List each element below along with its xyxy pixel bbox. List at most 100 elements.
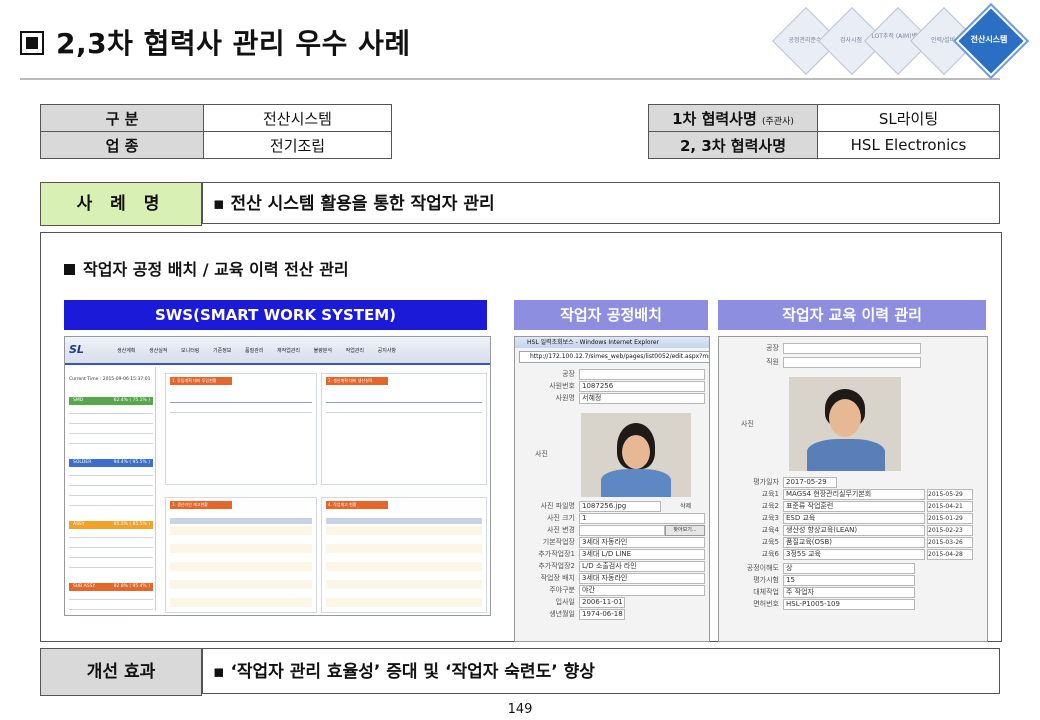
photo-size-field[interactable]: 1: [579, 513, 705, 524]
tier1-label: 1차 협력사명: [672, 109, 757, 128]
eval-score-field[interactable]: 15: [783, 575, 915, 586]
section-subtitle: 작업자 공정 배치 / 교육 이력 전산 관리: [64, 256, 349, 280]
field-label: 교육4: [761, 526, 779, 534]
sws-table-header: [170, 518, 312, 524]
category-value: 전산시스템: [203, 104, 392, 132]
photo-row-label: 사진: [535, 450, 548, 458]
course-select[interactable]: 품질교육(OSB): [783, 537, 925, 548]
birth-date-field[interactable]: 1974-06-18: [579, 609, 625, 620]
workplace-assign-select[interactable]: 3세대 자동라인: [579, 573, 705, 584]
base-workplace-select[interactable]: 3세대 자동라인: [579, 537, 705, 548]
process-steps: 공정관리준수 검사시점 LOT추적 (AIM)변경 인력/설비 전산시스템: [770, 0, 1040, 80]
course-select[interactable]: 생산성 향상교육(LEAN): [783, 525, 925, 536]
sws-menu-item[interactable]: 불량분석: [314, 348, 332, 354]
step-label-5: 전산시스템: [970, 35, 1008, 44]
training-form-top: 공장 직원: [719, 343, 987, 373]
sws-panel-title: 3. 생산라인 재고현황: [170, 501, 232, 509]
sws-menu-item[interactable]: 재작업관리: [277, 348, 300, 354]
course-date[interactable]: 2015-04-21: [927, 501, 973, 512]
worker-photo: [581, 413, 691, 497]
sws-line-name: SUB ASSY: [73, 584, 96, 589]
course-select[interactable]: ESD 교육: [783, 513, 925, 524]
placement-header: 작업자 공정배치: [514, 300, 708, 330]
substitute-field[interactable]: 주 작업자: [783, 587, 915, 598]
field-label: 주야구분: [549, 586, 575, 594]
sws-table-body: [170, 526, 312, 610]
sws-line-rate: 85.5% ( 85.5% ): [113, 522, 150, 527]
field-label: 추가작업장2: [538, 562, 575, 570]
course-date[interactable]: 2015-05-29: [927, 489, 973, 500]
industry-label: 업 종: [40, 131, 204, 159]
sws-menu-item[interactable]: 모니터링: [181, 348, 199, 354]
extra-workplace2-select[interactable]: L/D 소출검사 라인: [579, 561, 705, 572]
case-label: 사 례 명: [40, 182, 202, 226]
ie-titlebar: HSL 일력조회보스 - Windows Internet Explorer: [515, 337, 709, 348]
sws-current-time: Current Time : 2015-09-06 15:37:01: [69, 377, 151, 382]
field-label: 사진 변경: [547, 526, 575, 534]
field-label: 기본작업장: [542, 538, 575, 546]
field-label: 교육2: [761, 502, 779, 510]
sws-menu-item[interactable]: 생산계획: [117, 348, 135, 354]
factory-select[interactable]: [783, 343, 921, 354]
face: [829, 399, 861, 437]
sws-menu-item[interactable]: 공지사항: [378, 348, 396, 354]
sws-panel-title: 4. 작업재고 현황: [326, 501, 388, 509]
ie-address-bar[interactable]: http://172.100.12.7/simes_web/pages/list…: [519, 351, 709, 363]
employee-id-field[interactable]: 1087256: [579, 381, 705, 392]
extra-workplace1-select[interactable]: 3세대 L/D LINE: [579, 549, 705, 560]
photo-row-label: 사진: [741, 420, 754, 428]
employee-name-field[interactable]: 서혜정: [579, 393, 705, 404]
field-label: 교육1: [761, 490, 779, 498]
sws-panel-2: 2. 생산계획 대비 생산실적: [321, 373, 487, 485]
delete-checkbox-label[interactable]: 삭제: [680, 501, 691, 510]
placement-screenshot: HSL 일력조회보스 - Windows Internet Explorer h…: [514, 336, 710, 642]
course-select[interactable]: 표준류 작업훈련: [783, 501, 925, 512]
employee-field[interactable]: [783, 357, 921, 368]
sws-menu-item[interactable]: 작업관리: [346, 348, 364, 354]
sws-line-name: SOLDER: [73, 460, 92, 465]
understanding-select[interactable]: 상: [783, 563, 915, 574]
field-label: 평가일자: [753, 478, 779, 486]
sws-line-name: ASSY: [73, 522, 85, 527]
tier1-label-cell: 1차 협력사명 (주관사): [648, 104, 818, 132]
field-label: 사진 크기: [547, 514, 575, 522]
field-label: 평가시험: [753, 576, 779, 584]
course-select[interactable]: MAGS4 현장관리실무기본회: [783, 489, 925, 500]
sws-menu-item[interactable]: 품질관리: [245, 348, 263, 354]
field-label: 작업장 배치: [540, 574, 575, 582]
sws-panel-3: 3. 생산라인 재고현황: [165, 497, 317, 613]
sws-menu-item[interactable]: 생산실적: [149, 348, 167, 354]
field-label: 교육5: [761, 538, 779, 546]
case-value: ▪ 전산 시스템 활용을 통한 작업자 관리: [202, 182, 1000, 224]
course-date[interactable]: 2015-01-29: [927, 513, 973, 524]
field-label: 입사일: [555, 598, 575, 606]
sws-line-rate: 62.4% ( 75.1% ): [113, 398, 150, 403]
sws-header: SWS(SMART WORK SYSTEM): [64, 300, 487, 330]
field-label: 사원명: [555, 394, 575, 402]
shift-select[interactable]: 야간: [579, 585, 705, 596]
course-select[interactable]: 3정5S 교육: [783, 549, 925, 560]
category-label: 구 분: [40, 104, 204, 132]
sws-line-bar: SOLDER 94.4% ( 95.5% ): [69, 459, 153, 467]
sws-menu-item[interactable]: 기준정보: [213, 348, 231, 354]
license-field[interactable]: HSL-P1005-109: [783, 599, 915, 610]
factory-field[interactable]: [579, 369, 705, 380]
field-label: 교육6: [761, 550, 779, 558]
effect-label: 개선 효과: [40, 648, 202, 696]
photo-file-field[interactable]: 1087256.jpg: [579, 501, 661, 512]
course-date[interactable]: 2015-03-26: [927, 537, 973, 548]
eval-date-field[interactable]: 2017-05-29: [783, 477, 837, 488]
course-date[interactable]: 2015-04-28: [927, 549, 973, 560]
photo-change-field[interactable]: [579, 525, 665, 536]
course-date[interactable]: 2015-02-23: [927, 525, 973, 536]
join-date-field[interactable]: 2006-11-01: [579, 597, 625, 608]
field-label: 생년월일: [549, 610, 575, 618]
tier23-label: 2, 3차 협력사명: [648, 131, 818, 159]
industry-value: 전기조립: [203, 131, 392, 159]
field-label: 사진 파일명: [540, 502, 575, 510]
browse-button[interactable]: 찾아보기...: [665, 525, 705, 536]
square-bullet-icon: [64, 264, 75, 275]
sws-panel-4: 4. 작업재고 현황: [321, 497, 487, 613]
tier23-value: HSL Electronics: [817, 131, 1000, 159]
field-label: 공장: [562, 370, 575, 378]
